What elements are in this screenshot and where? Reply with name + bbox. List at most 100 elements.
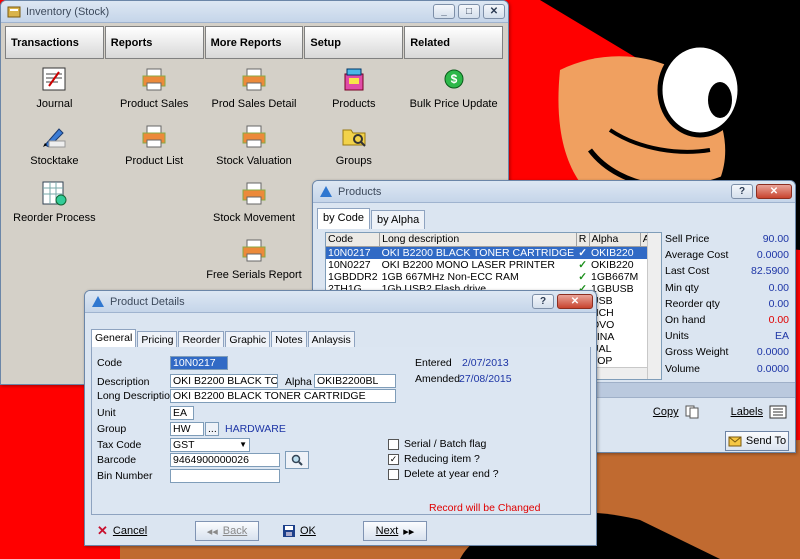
details-tabs: General Pricing Reorder Graphic Notes An…: [91, 329, 356, 348]
menu-product-list[interactable]: Product List: [105, 116, 204, 173]
menu-products[interactable]: Products: [304, 59, 403, 116]
tax-code-select[interactable]: GST ▼: [170, 438, 250, 452]
products-tabs: by Code by Alpha: [313, 207, 795, 229]
amended-value: 27/08/2015: [459, 373, 512, 385]
tab-by-code[interactable]: by Code: [317, 208, 370, 229]
copy-link[interactable]: Copy: [653, 406, 679, 418]
product-stats: Sell Price 90.00 Average Cost 0.0000 Last Co…: [665, 233, 789, 379]
long-description-field[interactable]: OKI B2200 BLACK TONER CARTRIDGE: [170, 389, 396, 403]
menu-stock-valuation[interactable]: Stock Valuation: [205, 116, 304, 173]
spreadsheet-icon: [42, 181, 67, 206]
stat-label: Average Cost: [665, 249, 729, 262]
next-button[interactable]: Next ▸▸: [363, 521, 427, 541]
table-row[interactable]: 1GBDDR2 1GB 667MHz Non-ECC RAM ✓ 1GB667M: [326, 270, 661, 283]
delete-year-end-label: Delete at year end ?: [404, 468, 499, 480]
stat-value: 0.00: [768, 297, 789, 310]
bin-number-field[interactable]: [170, 469, 280, 483]
label-printer-icon[interactable]: [769, 403, 787, 421]
close-button[interactable]: ✕: [483, 4, 505, 19]
cancel-button[interactable]: ✕ Cancel: [97, 521, 147, 541]
menu-stock-movement[interactable]: Stock Movement: [205, 173, 304, 230]
ok-button[interactable]: OK: [283, 521, 316, 541]
close-button[interactable]: ✕: [557, 294, 593, 309]
tab-analysis[interactable]: Anlaysis: [307, 331, 355, 348]
table-row[interactable]: 10N0227 OKI B2200 MONO LASER PRINTER ✓ OKIB…: [326, 258, 661, 271]
check-icon: ✓: [576, 246, 589, 259]
fast-forward-icon: ▸▸: [403, 525, 415, 538]
cell-alpha: 1GBUSB: [591, 282, 634, 295]
menu-journal[interactable]: Journal: [5, 59, 104, 116]
cell-alpha: OKIB220: [591, 258, 634, 271]
menu-prod-sales-detail-label: Prod Sales Detail: [211, 98, 297, 110]
delete-year-end-checkbox[interactable]: [388, 469, 399, 480]
grid-vertical-scrollbar[interactable]: [647, 233, 661, 379]
code-field[interactable]: 10N0217: [170, 356, 228, 370]
menu-free-serials-report[interactable]: Free Serials Report: [205, 230, 304, 287]
entered-label: Entered: [415, 357, 452, 369]
menu-groups[interactable]: Groups: [304, 116, 403, 173]
stat-row: Gross Weight 0.0000: [665, 346, 789, 362]
col-alpha[interactable]: Alpha: [589, 233, 641, 247]
stat-row: Units EA: [665, 330, 789, 346]
menu-prod-sales-detail[interactable]: Prod Sales Detail: [205, 59, 304, 116]
copy-icon[interactable]: [685, 405, 699, 419]
tax-code-label: Tax Code: [97, 439, 142, 451]
description-label: Description: [97, 376, 150, 388]
cell-alpha: OKIB220: [589, 246, 641, 259]
record-status: Record will be Changed: [429, 502, 541, 514]
labels-link[interactable]: Labels: [731, 406, 763, 418]
unit-field[interactable]: EA: [170, 406, 194, 420]
help-button[interactable]: ?: [532, 294, 554, 309]
send-to-button[interactable]: Send To: [725, 431, 789, 451]
close-button[interactable]: ✕: [756, 184, 792, 199]
reducing-item-checkbox[interactable]: ✓: [388, 454, 399, 465]
menu-stocktake[interactable]: Stocktake: [5, 116, 104, 173]
col-code[interactable]: Code: [326, 233, 381, 247]
tab-graphic[interactable]: Graphic: [225, 331, 271, 348]
alpha-field[interactable]: OKIB2200BL: [314, 374, 396, 388]
menu-bulk-price-update[interactable]: $ Bulk Price Update: [404, 59, 503, 116]
serial-batch-checkbox[interactable]: [388, 439, 399, 450]
help-button[interactable]: ?: [731, 184, 753, 199]
stat-value: EA: [774, 330, 789, 343]
products-app-icon: [320, 185, 332, 197]
serial-batch-label: Serial / Batch flag: [404, 438, 487, 450]
tab-pricing[interactable]: Pricing: [137, 331, 178, 348]
tab-notes[interactable]: Notes: [271, 331, 307, 348]
printer-icon: [142, 68, 166, 91]
description-field[interactable]: OKI B2200 BLACK TONE: [170, 374, 278, 388]
cell-description: 1GB 667MHz Non-ECC RAM: [381, 270, 519, 283]
search-icon: [291, 454, 303, 466]
barcode-field[interactable]: 9464900000026: [170, 453, 280, 467]
stat-value: 0.0000: [756, 249, 789, 262]
send-icon: [728, 436, 742, 447]
tab-reorder[interactable]: Reorder: [178, 331, 225, 348]
group-field[interactable]: HW: [170, 422, 204, 436]
tab-by-alpha[interactable]: by Alpha: [370, 210, 426, 229]
rewind-icon: ◂◂: [206, 525, 218, 538]
col-long-description[interactable]: Long description: [379, 233, 577, 247]
send-to-label: Send To: [745, 435, 787, 447]
maximize-button[interactable]: □: [458, 4, 480, 19]
menu-reorder-process-label: Reorder Process: [13, 212, 96, 224]
barcode-search-button[interactable]: [285, 451, 309, 469]
menu-product-sales-label: Product Sales: [119, 98, 189, 110]
inventory-titlebar[interactable]: Inventory (Stock) _ □ ✕: [1, 1, 508, 23]
tab-general[interactable]: General: [91, 329, 137, 348]
products-titlebar[interactable]: Products ? ✕: [313, 181, 795, 203]
menu-reorder-process[interactable]: Reorder Process: [5, 173, 104, 230]
minimize-button[interactable]: _: [433, 4, 455, 19]
printer-icon: [242, 68, 266, 91]
chevron-down-icon: ▼: [239, 440, 247, 449]
cancel-label: Cancel: [112, 525, 148, 537]
printer-icon: [242, 239, 266, 262]
products-title: Products: [338, 185, 382, 198]
details-titlebar[interactable]: Product Details ? ✕: [85, 291, 596, 313]
col-r[interactable]: R: [576, 233, 590, 247]
group-lookup-button[interactable]: ...: [205, 422, 219, 436]
menu-product-sales[interactable]: Product Sales: [105, 59, 204, 116]
back-button[interactable]: ◂◂ Back: [195, 521, 259, 541]
table-row[interactable]: 10N0217 OKI B2200 BLACK TONER CARTRIDGE ✓ O…: [326, 246, 661, 259]
barcode-label: Barcode: [97, 454, 137, 466]
stat-label: Volume: [665, 362, 701, 375]
